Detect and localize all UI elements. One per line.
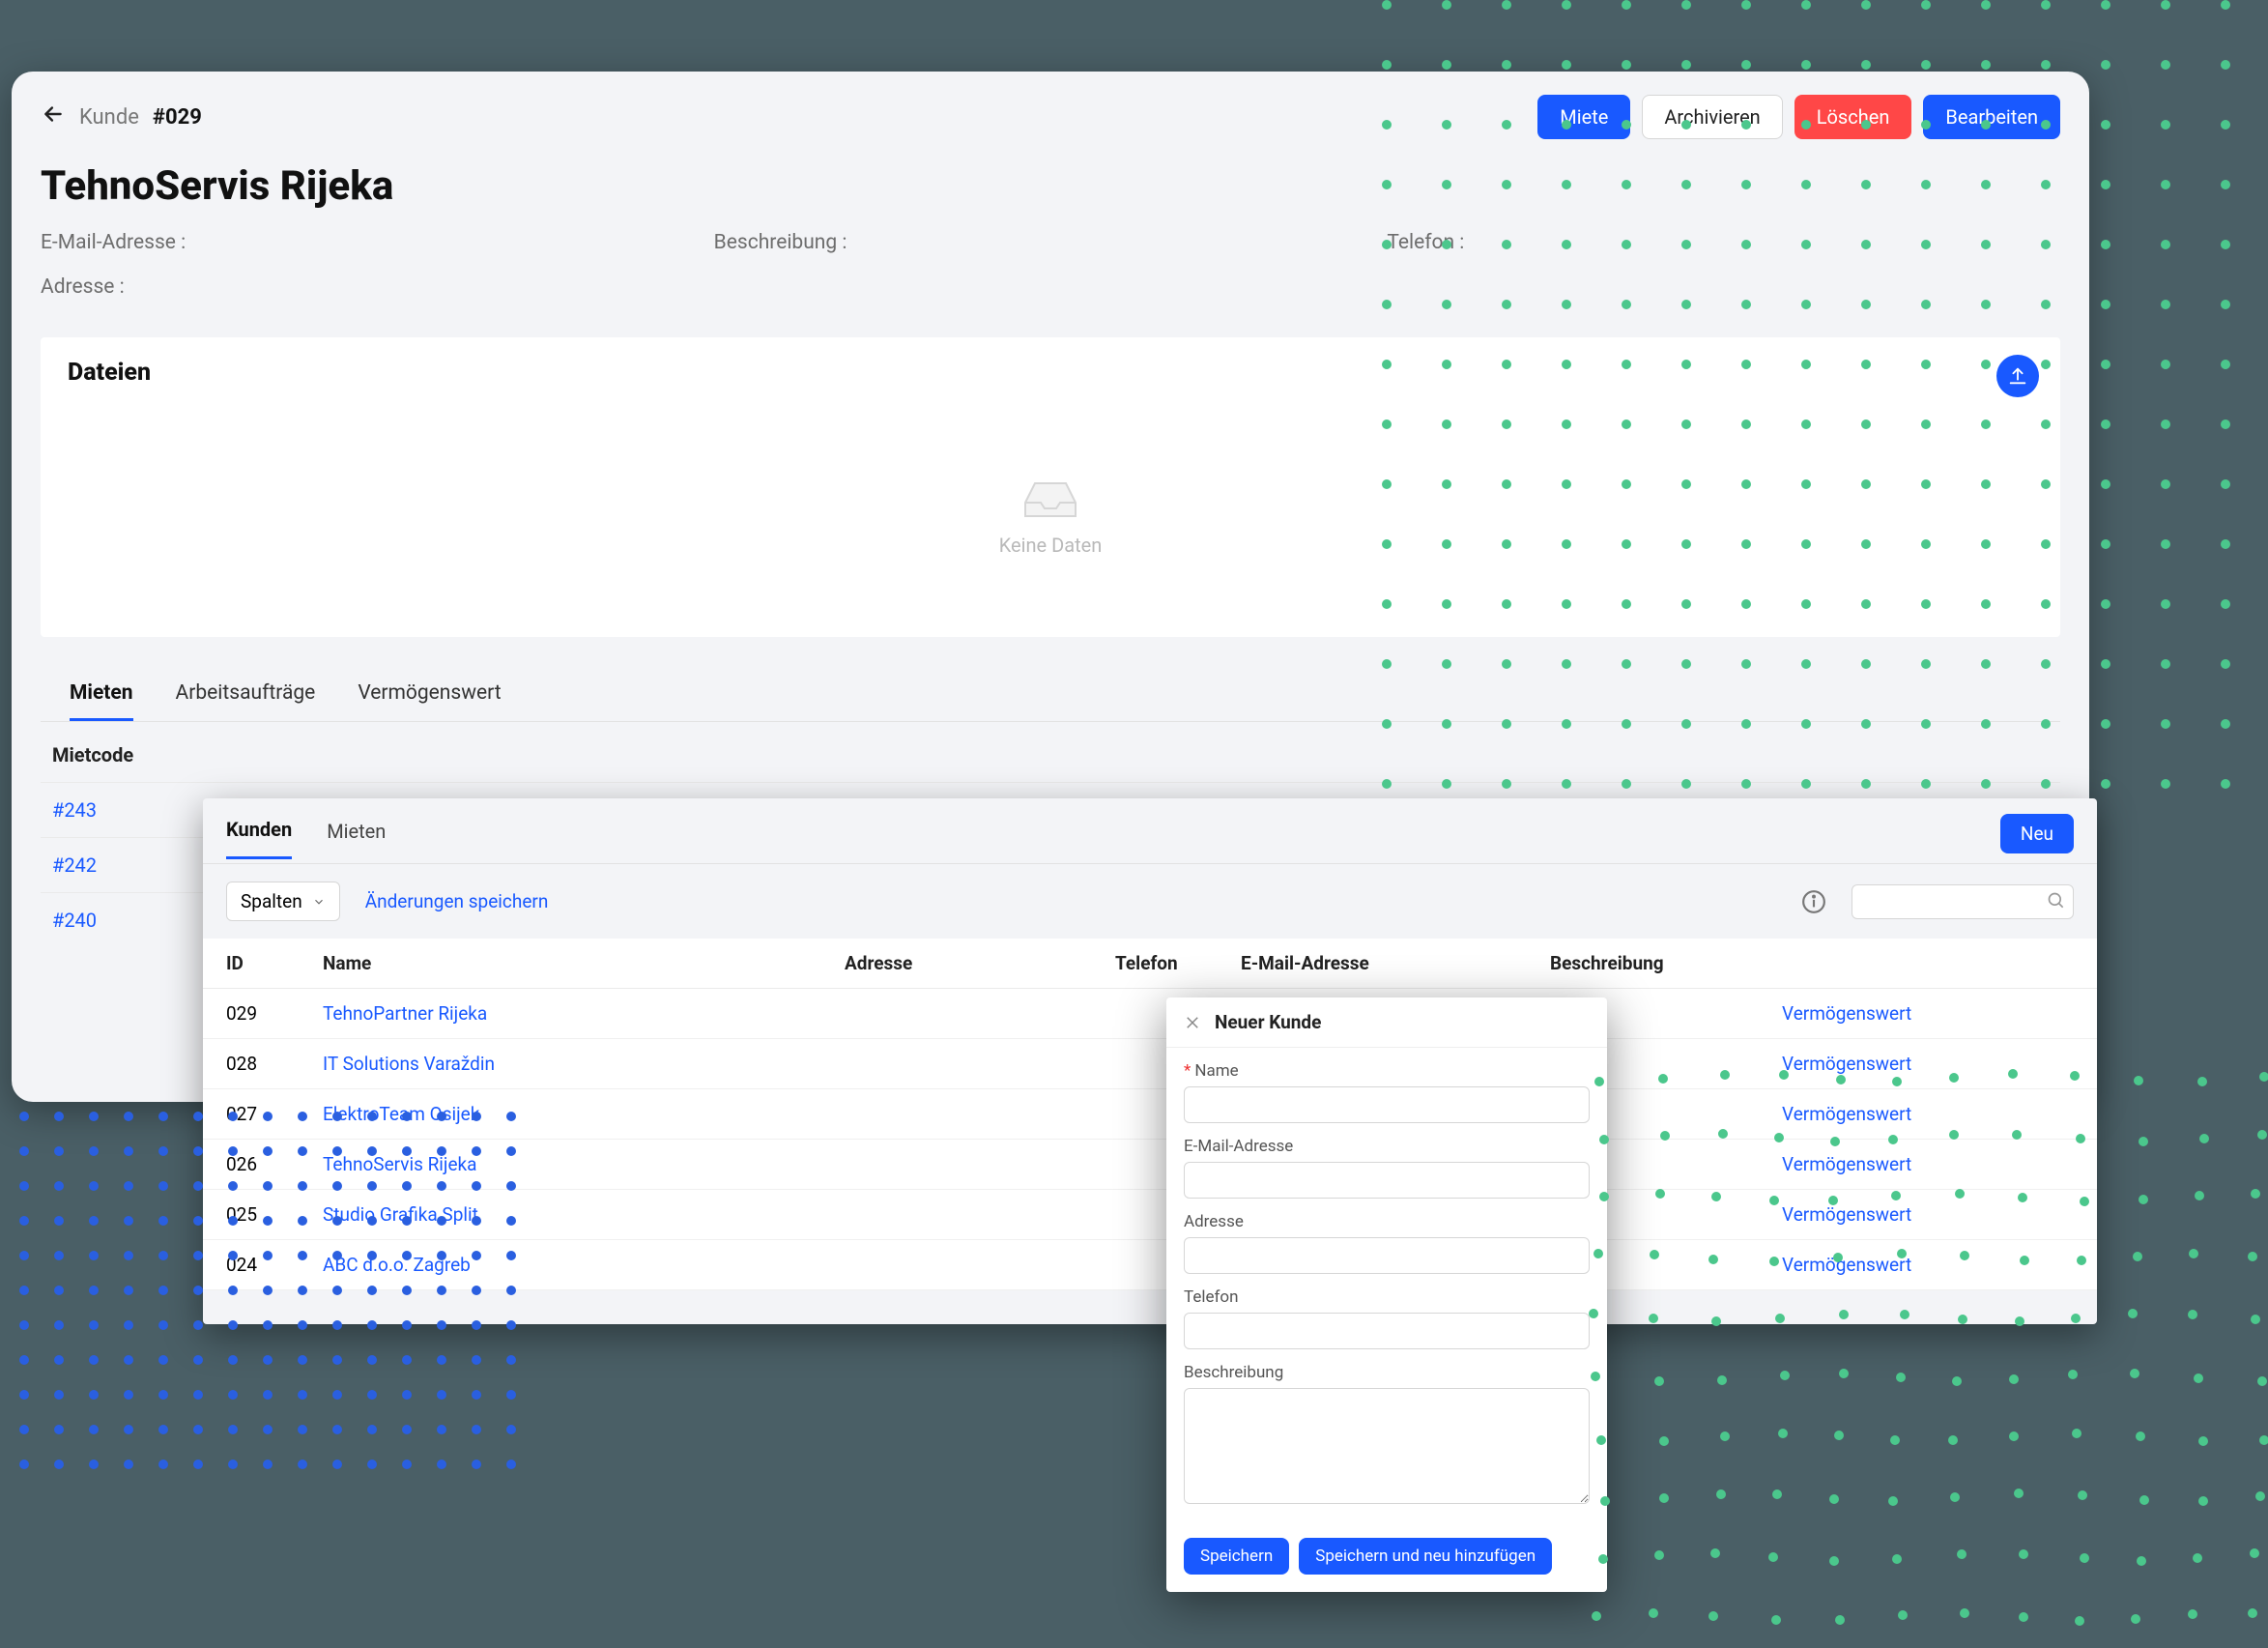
email-input[interactable] — [1184, 1162, 1590, 1199]
address-label: Adresse : — [41, 275, 2060, 299]
tab-list-rentals[interactable]: Mieten — [327, 820, 386, 858]
cell-id: 027 — [226, 1103, 323, 1125]
page-title: TehnoServis Rijeka — [12, 139, 2089, 223]
tab-workorders[interactable]: Arbeitsaufträge — [176, 681, 316, 721]
save-and-new-button[interactable]: Speichern und neu hinzufügen — [1299, 1538, 1552, 1575]
address-input[interactable] — [1184, 1237, 1590, 1274]
col-phone: Telefon — [1115, 952, 1241, 974]
back-arrow-icon[interactable] — [41, 101, 66, 132]
rent-button[interactable]: Miete — [1537, 95, 1630, 139]
rent-code-link[interactable]: #240 — [52, 909, 97, 932]
edit-button[interactable]: Bearbeiten — [1923, 95, 2060, 139]
table-row: 026TehnoServis Rijeka Vermögenswert — [203, 1140, 2097, 1190]
columns-select-label: Spalten — [241, 890, 302, 912]
asset-link[interactable]: Vermögenswert — [1782, 1002, 2074, 1025]
cell-id: 028 — [226, 1053, 323, 1075]
new-button[interactable]: Neu — [2000, 814, 2074, 853]
col-id: ID — [226, 952, 323, 974]
field-desc-label: Beschreibung — [1184, 1363, 1590, 1382]
detail-tabs: Mieten Arbeitsaufträge Vermögenswert — [41, 654, 2060, 722]
table-row: 028IT Solutions Varaždin Vermögenswert — [203, 1039, 2097, 1089]
files-empty-state: Keine Daten — [68, 474, 2033, 557]
name-input[interactable] — [1184, 1086, 1590, 1123]
asset-link[interactable]: Vermögenswert — [1782, 1153, 2074, 1175]
asset-link[interactable]: Vermögenswert — [1782, 1254, 2074, 1276]
rent-code-link[interactable]: #242 — [52, 853, 97, 877]
description-textarea[interactable] — [1184, 1388, 1590, 1504]
col-desc: Beschreibung — [1550, 952, 1782, 974]
inbox-icon — [1019, 474, 1081, 522]
search-input[interactable] — [1852, 884, 2074, 919]
tab-rentals[interactable]: Mieten — [70, 681, 133, 721]
table-row: 029TehnoPartner Rijeka Vermögenswert — [203, 989, 2097, 1039]
field-email-label: E-Mail-Adresse — [1184, 1137, 1590, 1156]
phone-label: Telefon : — [1387, 231, 2060, 254]
table-row: 027ElektroTeam Osijek Vermögenswert — [203, 1089, 2097, 1140]
rent-code-link[interactable]: #243 — [52, 798, 97, 822]
cell-id: 025 — [226, 1203, 323, 1226]
cell-id: 026 — [226, 1153, 323, 1175]
delete-button[interactable]: Löschen — [1794, 95, 1912, 139]
cell-name-link[interactable]: ABC d.o.o. Zagreb — [323, 1254, 845, 1276]
email-label: E-Mail-Adresse : — [41, 231, 714, 254]
cell-name-link[interactable]: TehnoServis Rijeka — [323, 1153, 845, 1175]
col-rentcode: Mietcode — [52, 743, 236, 766]
table-row: 025Studio Grafika Split Vermögenswert — [203, 1190, 2097, 1240]
asset-link[interactable]: Vermögenswert — [1782, 1103, 2074, 1125]
close-icon[interactable] — [1184, 1014, 1201, 1031]
table-row: 024ABC d.o.o. Zagreb Vermögenswert — [203, 1240, 2097, 1290]
new-customer-modal: Neuer Kunde *Name E-Mail-Adresse Adresse… — [1166, 997, 1607, 1592]
files-card: Dateien Keine Daten — [41, 337, 2060, 637]
description-label: Beschreibung : — [714, 231, 1388, 254]
upload-button[interactable] — [1996, 355, 2039, 397]
field-address-label: Adresse — [1184, 1212, 1590, 1231]
search-icon[interactable] — [2047, 891, 2066, 911]
phone-input[interactable] — [1184, 1313, 1590, 1349]
field-name-label: *Name — [1184, 1061, 1590, 1081]
cell-name-link[interactable]: IT Solutions Varaždin — [323, 1053, 845, 1075]
col-email: E-Mail-Adresse — [1241, 952, 1550, 974]
tab-assets[interactable]: Vermögenswert — [358, 681, 501, 721]
columns-select[interactable]: Spalten — [226, 882, 340, 921]
info-icon[interactable] — [1801, 889, 1826, 914]
cell-name-link[interactable]: Studio Grafika Split — [323, 1203, 845, 1226]
asset-link[interactable]: Vermögenswert — [1782, 1053, 2074, 1075]
cell-id: 029 — [226, 1002, 323, 1025]
archive-button[interactable]: Archivieren — [1642, 95, 1782, 139]
breadcrumb: Kunde #029 — [41, 101, 202, 132]
breadcrumb-label: Kunde — [79, 105, 139, 130]
customers-grid: ID Name Adresse Telefon E-Mail-Adresse B… — [203, 939, 2097, 1290]
search-box — [1852, 884, 2074, 919]
cell-name-link[interactable]: ElektroTeam Osijek — [323, 1103, 845, 1125]
empty-text: Keine Daten — [999, 534, 1103, 557]
save-changes-link[interactable]: Änderungen speichern — [365, 890, 549, 912]
cell-id: 024 — [226, 1254, 323, 1276]
save-button[interactable]: Speichern — [1184, 1538, 1289, 1575]
tab-customers[interactable]: Kunden — [226, 818, 292, 859]
files-heading: Dateien — [68, 359, 2033, 387]
customer-list-panel: Kunden Mieten Neu Spalten Änderungen spe… — [203, 798, 2097, 1324]
chevron-down-icon — [312, 895, 326, 909]
asset-link[interactable]: Vermögenswert — [1782, 1203, 2074, 1226]
field-phone-label: Telefon — [1184, 1287, 1590, 1307]
modal-title: Neuer Kunde — [1215, 1011, 1321, 1033]
breadcrumb-id: #029 — [153, 105, 202, 130]
col-name: Name — [323, 952, 845, 974]
col-address: Adresse — [845, 952, 1115, 974]
cell-name-link[interactable]: TehnoPartner Rijeka — [323, 1002, 845, 1025]
